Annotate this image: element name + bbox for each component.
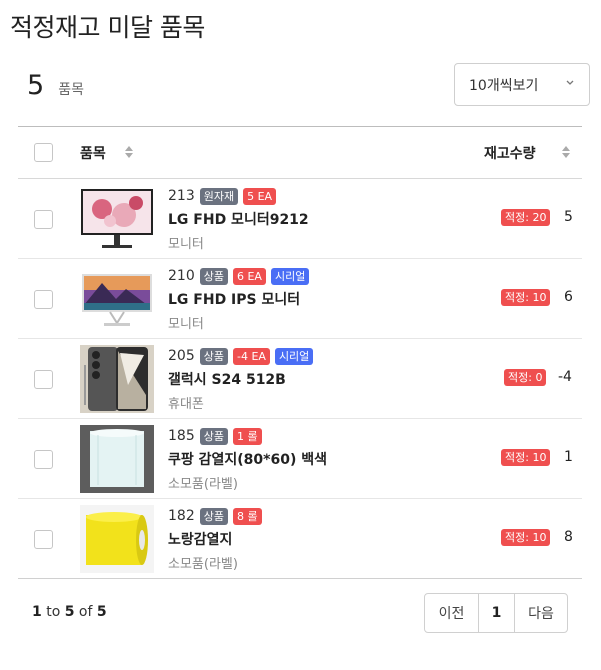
product-name[interactable]: 갤럭시 S24 512B <box>168 369 286 389</box>
serial-badge: 시리얼 <box>274 347 314 365</box>
row-checkbox[interactable] <box>34 290 53 309</box>
next-page-button[interactable]: 다음 <box>515 594 567 632</box>
unit-badge: 5 EA <box>243 187 277 205</box>
unit-badge: 6 EA <box>232 267 266 285</box>
product-code: 182 <box>168 508 195 524</box>
range-of: of <box>78 604 93 620</box>
type-badge: 상품 <box>199 427 228 445</box>
stock-qty: 5 <box>564 209 573 225</box>
table-row[interactable]: 205 상품 -4 EA 시리얼 갤럭시 S24 512B 휴대폰 적정: 0 … <box>18 339 582 419</box>
product-category: 모니터 <box>168 317 204 332</box>
per-page-select[interactable]: 10개씩보기 <box>454 63 590 106</box>
product-category: 모니터 <box>168 237 204 252</box>
product-code: 213 <box>168 188 195 204</box>
chevron-down-icon <box>566 80 574 85</box>
optimal-stock-badge: 적정: 10 <box>501 449 551 466</box>
table-row[interactable]: 185 상품 1 롤 쿠팡 감열지(80*60) 백색 소모품(라벨) 적정: … <box>18 419 582 499</box>
type-badge: 상품 <box>199 347 228 365</box>
item-count-unit: 품목 <box>58 82 84 98</box>
optimal-stock-badge: 적정: 20 <box>501 209 551 226</box>
product-image <box>80 185 154 253</box>
pagination-summary: 1 to 5 of 5 <box>32 604 107 620</box>
item-count: 5 품목 <box>27 70 84 101</box>
optimal-stock-badge: 적정: 10 <box>501 289 551 306</box>
product-code: 185 <box>168 428 195 444</box>
table-header: 품목 재고수량 <box>18 127 582 179</box>
product-category: 소모품(라벨) <box>168 477 238 492</box>
prev-page-button[interactable]: 이전 <box>425 594 479 632</box>
range-start: 1 <box>32 604 42 620</box>
product-name[interactable]: LG FHD IPS 모니터 <box>168 289 300 309</box>
stock-table: 품목 재고수량 213 원자재 5 EA LG FHD 모니터9212 모니터 … <box>18 126 582 579</box>
stock-qty: 1 <box>564 449 573 465</box>
type-badge: 원자재 <box>199 187 239 205</box>
header-item[interactable]: 품목 <box>80 143 106 163</box>
pagination: 이전 1 다음 <box>424 593 568 633</box>
stock-qty: -4 <box>558 369 572 385</box>
product-category: 휴대폰 <box>168 397 204 412</box>
optimal-stock-badge: 적정: 0 <box>504 369 547 386</box>
product-code: 205 <box>168 348 195 364</box>
page-title: 적정재고 미달 품목 <box>10 13 205 42</box>
range-total: 5 <box>96 604 107 620</box>
table-row[interactable]: 213 원자재 5 EA LG FHD 모니터9212 모니터 적정: 20 5 <box>18 179 582 259</box>
type-badge: 상품 <box>199 507 228 525</box>
product-code: 210 <box>168 268 195 284</box>
product-image <box>80 425 154 493</box>
row-checkbox[interactable] <box>34 210 53 229</box>
header-stock[interactable]: 재고수량 <box>484 143 536 163</box>
type-badge: 상품 <box>199 267 228 285</box>
product-image <box>80 505 154 573</box>
serial-badge: 시리얼 <box>270 267 310 285</box>
select-all-checkbox[interactable] <box>34 143 53 162</box>
product-name[interactable]: LG FHD 모니터9212 <box>168 209 309 229</box>
unit-badge: 1 롤 <box>232 427 262 445</box>
table-row[interactable]: 210 상품 6 EA 시리얼 LG FHD IPS 모니터 모니터 적정: 1… <box>18 259 582 339</box>
product-name[interactable]: 노랑감열지 <box>168 529 232 549</box>
sort-icon[interactable] <box>124 145 134 159</box>
row-checkbox[interactable] <box>34 370 53 389</box>
unit-badge: -4 EA <box>232 347 270 365</box>
range-to: to <box>46 604 61 620</box>
stock-qty: 8 <box>564 529 573 545</box>
range-end: 5 <box>64 604 75 620</box>
optimal-stock-badge: 적정: 10 <box>501 529 551 546</box>
row-checkbox[interactable] <box>34 530 53 549</box>
product-image <box>80 345 154 413</box>
sort-icon[interactable] <box>561 145 571 159</box>
product-name[interactable]: 쿠팡 감열지(80*60) 백색 <box>168 449 327 469</box>
product-category: 소모품(라벨) <box>168 557 238 572</box>
stock-qty: 6 <box>564 289 573 305</box>
row-checkbox[interactable] <box>34 450 53 469</box>
table-row[interactable]: 182 상품 8 롤 노랑감열지 소모품(라벨) 적정: 10 8 <box>18 499 582 579</box>
item-count-number: 5 <box>27 70 45 101</box>
product-image <box>80 265 154 333</box>
page-1-button[interactable]: 1 <box>479 594 515 632</box>
unit-badge: 8 롤 <box>232 507 262 525</box>
per-page-label: 10개씩보기 <box>469 77 539 94</box>
